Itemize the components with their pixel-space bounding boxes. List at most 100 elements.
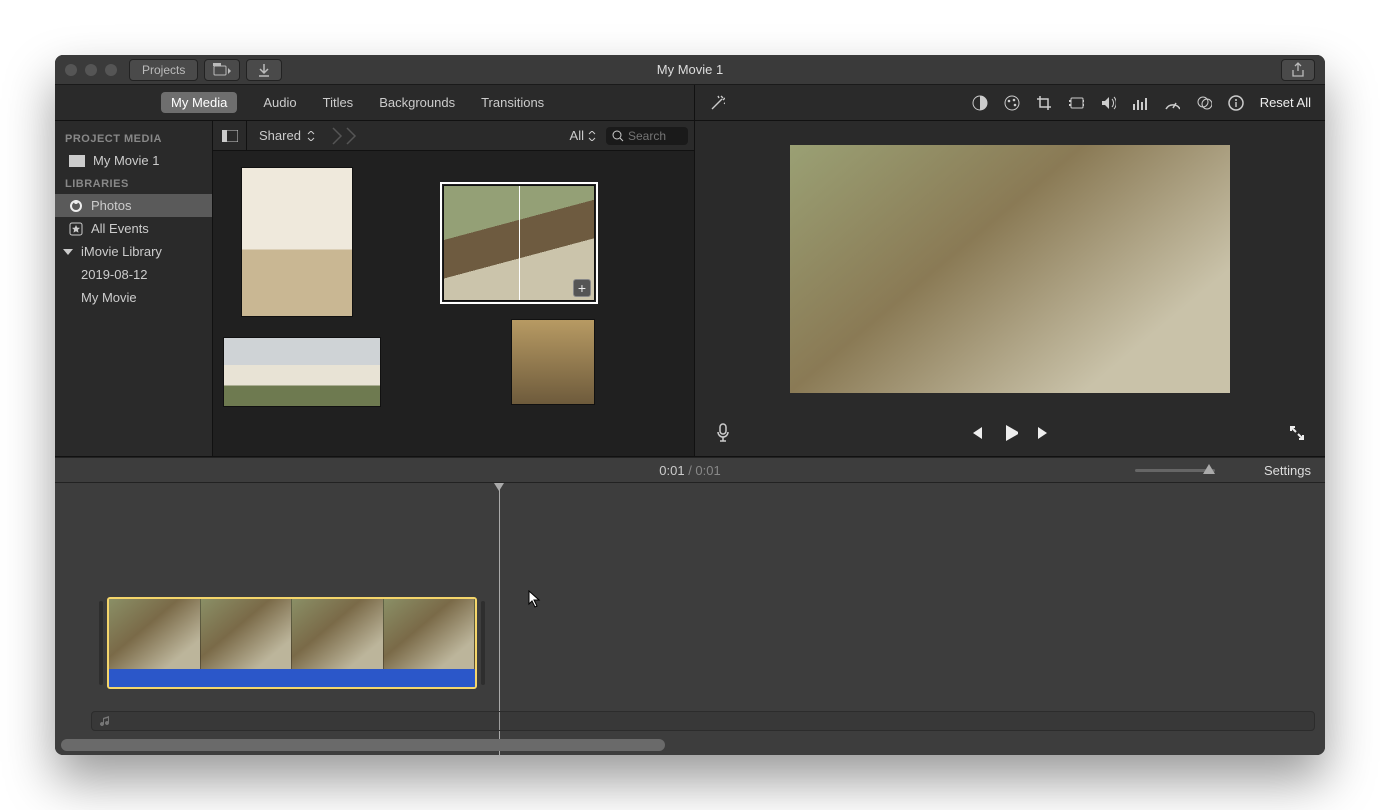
star-icon [69,222,83,236]
next-icon [1036,425,1052,441]
timeline-clip[interactable] [107,597,477,689]
clapper-icon [69,155,85,167]
sidebar: PROJECT MEDIA My Movie 1 LIBRARIES Photo… [55,121,213,456]
middle-panels: PROJECT MEDIA My Movie 1 LIBRARIES Photo… [55,121,1325,457]
wand-icon[interactable] [709,95,725,111]
app-window: Projects My Movie 1 My Media Audio Title… [55,55,1325,755]
chevron-updown-icon [307,131,315,141]
clip-trim-handle-right[interactable] [481,601,485,685]
window-title: My Movie 1 [657,62,723,77]
tab-my-media[interactable]: My Media [161,92,237,113]
thumbnail-grid [213,151,694,456]
tab-backgrounds[interactable]: Backgrounds [379,95,455,110]
total-time: 0:01 [695,463,720,478]
sidebar-heading-project: PROJECT MEDIA [55,127,212,149]
settings-button[interactable]: Settings [1264,463,1311,478]
close-window[interactable] [65,64,77,76]
cursor-icon [528,590,542,608]
fullscreen-icon [1289,425,1305,441]
disclosure-triangle-icon[interactable] [63,249,73,255]
media-thumb-selected[interactable] [443,185,595,301]
media-thumb[interactable] [511,319,595,405]
layout-icon [222,130,238,142]
tab-titles[interactable]: Titles [323,95,354,110]
tab-audio[interactable]: Audio [263,95,296,110]
zoom-slider[interactable] [1135,469,1215,472]
contrast-icon[interactable] [972,95,988,111]
search-field[interactable] [606,127,688,145]
breadcrumb-label: Shared [259,128,301,143]
crop-icon[interactable] [1036,95,1052,111]
volume-icon[interactable] [1100,95,1116,111]
breadcrumb[interactable]: Shared [247,128,327,143]
play-icon [1002,423,1018,443]
media-thumb[interactable] [223,337,381,407]
timeline[interactable] [55,483,1325,755]
tab-transitions[interactable]: Transitions [481,95,544,110]
share-icon [1291,62,1305,78]
eq-icon[interactable] [1132,95,1148,111]
timeline-scrollbar[interactable] [61,739,1319,751]
sidebar-project[interactable]: My Movie 1 [55,149,212,172]
voiceover-mic-button[interactable] [715,425,731,441]
stabilize-icon[interactable] [1068,95,1084,111]
current-time: 0:01 [659,463,684,478]
time-display: 0:01 / 0:01 [659,463,720,478]
media-browser: Shared All [213,121,695,456]
sidebar-event-0[interactable]: 2019-08-12 [55,263,212,286]
time-bar: 0:01 / 0:01 Settings [55,457,1325,483]
scrollbar-thumb[interactable] [61,739,665,751]
fullscreen-button[interactable] [1289,425,1305,441]
share-button[interactable] [1281,59,1315,81]
filter-all[interactable]: All [560,128,606,143]
projects-button[interactable]: Projects [129,59,198,81]
tabs-row: My Media Audio Titles Backgrounds Transi… [55,85,1325,121]
filter-label: All [570,128,584,143]
sidebar-heading-libraries: LIBRARIES [55,172,212,194]
sidebar-item-library[interactable]: iMovie Library [55,240,212,263]
window-controls [65,64,117,76]
zoom-window[interactable] [105,64,117,76]
preview-panel [695,121,1325,456]
chevron-right-icon [331,126,345,146]
clip-audio-track[interactable] [109,669,475,687]
info-icon[interactable] [1228,95,1244,111]
prev-frame-button[interactable] [968,425,984,441]
palette-icon[interactable] [1004,95,1020,111]
search-icon [612,130,624,142]
sidebar-project-label: My Movie 1 [93,153,159,168]
titlebar: Projects My Movie 1 [55,55,1325,85]
preview-canvas[interactable] [790,145,1230,393]
import-button[interactable] [204,59,240,81]
chevron-right-icon [345,126,359,146]
search-input[interactable] [628,129,678,143]
sidebar-item-label: All Events [91,221,149,236]
chevron-updown-icon [588,131,596,141]
browser-bar: Shared All [213,121,694,151]
clip-thumbnails [109,599,475,669]
media-tabs: My Media Audio Titles Backgrounds Transi… [55,85,695,120]
media-thumb[interactable] [241,167,353,317]
play-button[interactable] [1002,425,1018,441]
sidebar-item-label: Photos [91,198,131,213]
download-icon [257,63,271,77]
sidebar-item-label: 2019-08-12 [81,267,148,282]
background-audio-well[interactable] [91,711,1315,731]
music-icon [100,715,112,727]
speed-icon[interactable] [1164,95,1180,111]
sidebar-item-all-events[interactable]: All Events [55,217,212,240]
next-frame-button[interactable] [1036,425,1052,441]
preview-viewport [695,121,1325,410]
minimize-window[interactable] [85,64,97,76]
sidebar-item-label: iMovie Library [81,244,162,259]
skimmer-line [519,186,520,300]
sidebar-event-1[interactable]: My Movie [55,286,212,309]
sidebar-item-photos[interactable]: Photos [55,194,212,217]
mic-icon [716,423,730,443]
clip-trim-handle-left[interactable] [99,601,103,685]
download-button[interactable] [246,59,282,81]
reset-all-button[interactable]: Reset All [1260,95,1311,110]
layout-toggle[interactable] [213,121,247,150]
inspector-toolbar: Reset All [695,85,1325,120]
filters-icon[interactable] [1196,95,1212,111]
